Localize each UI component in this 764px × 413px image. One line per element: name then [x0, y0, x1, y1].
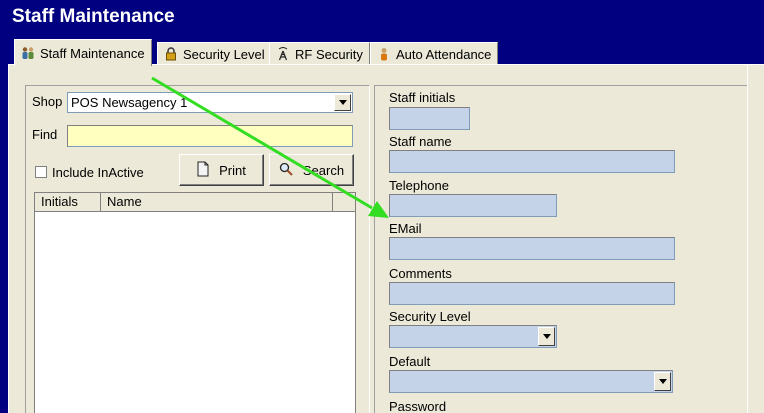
- tab-label: Auto Attendance: [396, 46, 492, 62]
- staff-list-header: Initials Name: [35, 193, 355, 212]
- tab-rf-security[interactable]: RF Security: [269, 42, 370, 65]
- document-icon: [197, 161, 209, 180]
- staff-initials-label: Staff initials: [389, 90, 456, 105]
- email-label: EMail: [389, 221, 422, 236]
- title-bar: Staff Maintenance: [0, 0, 764, 38]
- chevron-down-icon[interactable]: [538, 327, 555, 346]
- password-label: Password: [389, 399, 447, 413]
- column-header-initials[interactable]: Initials: [35, 193, 101, 211]
- include-inactive-label: Include InActive: [52, 165, 144, 180]
- print-label: Print: [219, 162, 246, 178]
- window-title: Staff Maintenance: [12, 6, 175, 27]
- search-label: Search: [302, 162, 345, 178]
- person-icon: [377, 47, 391, 61]
- staff-list-panel: Shop POS Newsagency 1 Find Include InAct…: [25, 85, 370, 413]
- shop-value: POS Newsagency 1: [71, 95, 188, 110]
- default-select[interactable]: [389, 370, 673, 393]
- security-level-label: Security Level: [389, 309, 471, 324]
- tab-auto-attendance[interactable]: Auto Attendance: [370, 42, 499, 65]
- staff-name-field[interactable]: [389, 150, 675, 173]
- staff-initials-field[interactable]: [389, 107, 470, 130]
- default-label: Default: [389, 354, 431, 369]
- column-header-name[interactable]: Name: [101, 193, 333, 211]
- tab-staff-maintenance[interactable]: Staff Maintenance: [14, 39, 152, 66]
- chevron-down-icon[interactable]: [334, 94, 351, 111]
- staff-name-label: Staff name: [389, 134, 452, 149]
- find-label: Find: [32, 127, 58, 142]
- shop-label: Shop: [32, 94, 63, 109]
- tab-label: Staff Maintenance: [40, 45, 145, 61]
- tab-label: Security Level: [183, 46, 265, 62]
- comments-field[interactable]: [389, 282, 675, 305]
- print-button[interactable]: Print: [179, 154, 264, 186]
- staff-list[interactable]: Initials Name: [34, 192, 356, 413]
- include-inactive-checkbox[interactable]: [35, 166, 47, 178]
- people-icon: [21, 46, 35, 60]
- comments-label: Comments: [389, 266, 452, 281]
- tab-content: Shop POS Newsagency 1 Find Include InAct…: [8, 64, 764, 413]
- window-edge: [747, 65, 764, 413]
- chevron-down-icon[interactable]: [654, 372, 671, 391]
- tab-label: RF Security: [295, 46, 363, 62]
- email-field[interactable]: [389, 237, 675, 260]
- search-icon: [279, 162, 293, 179]
- telephone-field[interactable]: [389, 194, 557, 217]
- shop-select[interactable]: POS Newsagency 1: [67, 92, 353, 113]
- search-button[interactable]: Search: [269, 154, 354, 186]
- antenna-icon: [276, 47, 290, 61]
- find-input[interactable]: [67, 125, 353, 147]
- staff-details-panel: Staff initials Staff name Telephone EMai…: [374, 85, 764, 413]
- lock-icon: [164, 47, 178, 61]
- tab-strip: Staff Maintenance Security Level RF Secu…: [0, 38, 764, 66]
- tab-security-level[interactable]: Security Level: [157, 42, 272, 65]
- telephone-label: Telephone: [389, 178, 449, 193]
- security-level-select[interactable]: [389, 325, 557, 348]
